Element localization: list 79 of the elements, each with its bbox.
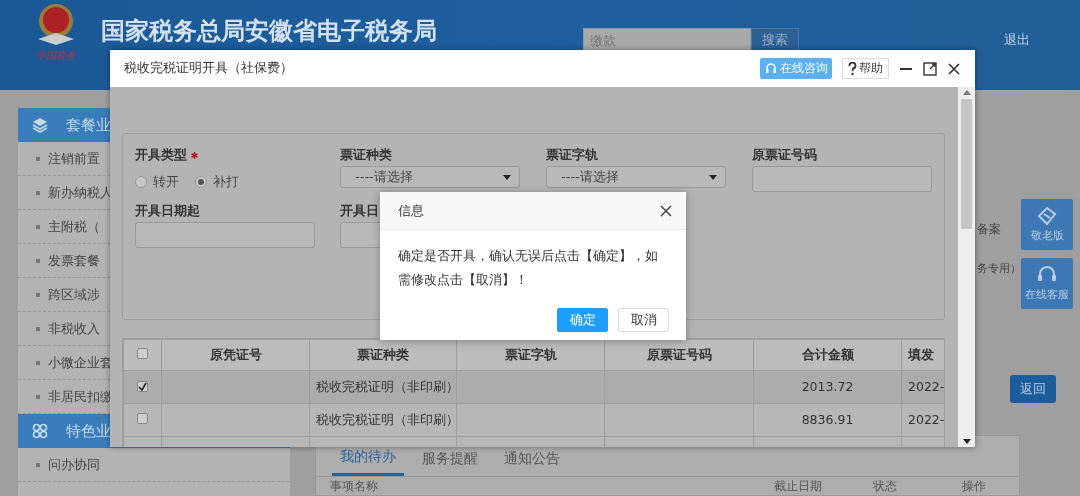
logo-text: 中国税务 — [36, 51, 76, 61]
column-header: 事项名称 — [330, 479, 379, 493]
column-header: 合计金额 — [753, 339, 902, 371]
tab[interactable]: 通知公告 — [496, 444, 568, 476]
bullet-icon — [36, 360, 40, 365]
group-title: 特色业 — [66, 420, 111, 442]
window-title: 税收完税证明开具（社保费） — [124, 59, 293, 78]
column-header: 原凭证号 — [161, 339, 310, 371]
radio-label: 转开 — [153, 173, 179, 191]
bullet-icon — [36, 224, 40, 229]
field-label: 票证字轨 — [546, 147, 598, 162]
caret-icon — [503, 174, 511, 180]
item-label: 问办协同 — [48, 455, 100, 474]
select-field[interactable]: ----请选择 — [340, 166, 520, 188]
table-cell: 2013.72 — [753, 370, 902, 404]
layers-icon — [32, 117, 48, 133]
confirm-button[interactable]: 确定 — [557, 308, 608, 332]
table-cell: 8836.91 — [753, 403, 902, 437]
item-label: 跨区域涉 — [48, 285, 100, 304]
input-field[interactable] — [752, 166, 932, 192]
field-label: 开具日 — [340, 203, 379, 218]
caret-icon — [709, 174, 717, 180]
logout-link[interactable]: 退出 — [1004, 30, 1030, 50]
site-title: 国家税务总局安徽省电子税务局 — [101, 16, 437, 47]
column-header: 原票证号码 — [604, 339, 754, 371]
bullet-icon — [36, 156, 40, 161]
input-field[interactable] — [135, 222, 315, 248]
column-header: 截止日期 — [773, 479, 823, 493]
checkbox[interactable] — [137, 347, 148, 359]
bullet-icon — [36, 292, 40, 297]
side-float-button[interactable]: 在线客服 — [1021, 258, 1073, 309]
item-label: 发票套餐 — [48, 251, 100, 270]
group-title: 套餐业 — [66, 114, 111, 136]
column-header: 操作 — [962, 479, 988, 493]
radio-button[interactable] — [195, 175, 207, 188]
radio-label: 补打 — [213, 173, 239, 191]
close-button[interactable] — [660, 204, 672, 217]
select-field[interactable]: ----请选择 — [546, 166, 726, 188]
column-header: 票证种类 — [309, 339, 457, 371]
dialog-message: 确定是否开具，确认无误后点击【确定】，如需修改点击【取消】！ — [398, 247, 659, 289]
field-label: 票证种类 — [340, 147, 392, 162]
close-icon[interactable] — [947, 61, 961, 76]
scrollbar-thumb[interactable] — [961, 99, 972, 229]
item-label: 主附税（ — [48, 217, 100, 236]
radio-button[interactable] — [135, 175, 147, 188]
bullet-icon — [36, 326, 40, 331]
content-text: 备案 — [977, 221, 1001, 238]
search-button[interactable]: 搜索 — [751, 27, 799, 53]
checkbox[interactable] — [137, 380, 148, 392]
scrollbar[interactable] — [958, 87, 975, 447]
clover-icon — [32, 423, 48, 439]
cancel-button[interactable]: 取消 — [618, 308, 669, 332]
table-cell: 税收完税证明（非印刷） — [309, 370, 457, 404]
column-header: 票证字轨 — [456, 339, 605, 371]
scroll-down-icon — [962, 439, 971, 444]
bullet-icon — [36, 258, 40, 263]
sidebar-item[interactable]: 问办协同 — [18, 448, 290, 482]
bullet-icon — [36, 462, 40, 467]
field-label: 原票证号码 — [752, 147, 817, 162]
maximize-icon[interactable] — [923, 61, 937, 76]
field-label: 开具类型 — [135, 147, 187, 162]
question-icon — [848, 61, 857, 76]
table-cell: 税收完税证明（非印刷） — [309, 403, 457, 437]
help-button[interactable]: 帮助 — [842, 57, 889, 80]
headset-icon — [764, 61, 778, 76]
column-header: 填发 — [901, 339, 944, 371]
column-header: 状态 — [872, 479, 898, 493]
checkbox[interactable] — [137, 412, 148, 424]
dialog-title: 信息 — [398, 201, 424, 220]
item-label: 非税收入 — [48, 319, 100, 338]
consult-button[interactable]: 在线咨询 — [760, 57, 832, 80]
field-label: 开具日期起 — [135, 203, 200, 218]
bullet-icon — [36, 190, 40, 195]
bullet-icon — [36, 394, 40, 399]
content-text: 务专用） — [977, 261, 1021, 277]
item-label: 注销前置 — [48, 149, 100, 168]
return-button[interactable]: 返回 — [1010, 375, 1056, 403]
side-float-button[interactable]: 敬老版 — [1021, 199, 1073, 250]
tab[interactable]: 服务提醒 — [414, 444, 486, 476]
